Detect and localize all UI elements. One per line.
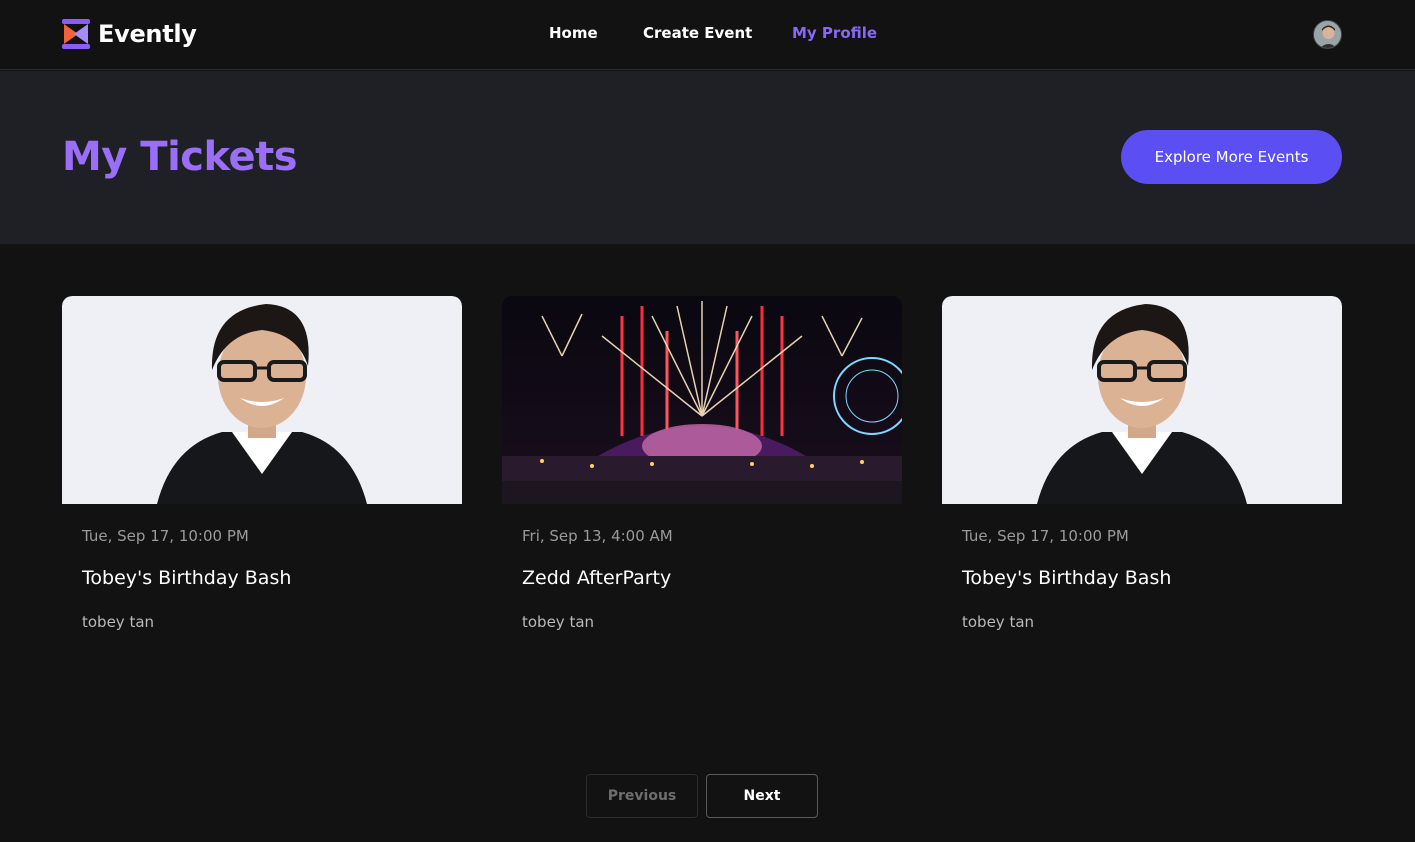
next-page-button[interactable]: Next [706,774,818,818]
event-title[interactable]: Tobey's Birthday Bash [82,567,291,589]
portrait-photo-icon [942,296,1342,504]
event-image[interactable] [502,296,902,504]
event-organizer: tobey tan [522,613,595,631]
explore-more-events-button[interactable]: Explore More Events [1121,130,1342,184]
ticket-card[interactable]: Fri, Sep 13, 4:00 AM Zedd AfterParty tob… [502,296,902,736]
event-organizer: tobey tan [962,613,1035,631]
portrait-photo-icon [62,296,462,504]
logo-link[interactable]: Evently [62,18,197,50]
logo-text: Evently [98,20,197,48]
evently-logo-icon [62,19,90,49]
ticket-card[interactable]: Tue, Sep 17, 10:00 PM Tobey's Birthday B… [942,296,1342,736]
previous-page-button[interactable]: Previous [586,774,698,818]
nav-home[interactable]: Home [549,24,643,42]
event-date: Tue, Sep 17, 10:00 PM [962,527,1129,545]
ticket-card[interactable]: Tue, Sep 17, 10:00 PM Tobey's Birthday B… [62,296,462,736]
event-title[interactable]: Zedd AfterParty [522,567,671,589]
event-organizer: tobey tan [82,613,155,631]
user-avatar[interactable] [1313,20,1342,49]
event-date: Fri, Sep 13, 4:00 AM [522,527,673,545]
page-title: My Tickets [62,134,298,180]
top-navbar: Evently Home Create Event My Profile [0,0,1415,70]
nav-create-event[interactable]: Create Event [643,24,792,42]
event-title[interactable]: Tobey's Birthday Bash [962,567,1171,589]
main-nav: Home Create Event My Profile [549,24,877,42]
event-image[interactable] [62,296,462,504]
page-banner: My Tickets Explore More Events [0,71,1415,244]
fireworks-festival-photo-icon [502,296,902,504]
avatar-photo-icon [1314,21,1341,48]
nav-my-profile[interactable]: My Profile [792,24,877,42]
event-date: Tue, Sep 17, 10:00 PM [82,527,249,545]
event-image[interactable] [942,296,1342,504]
